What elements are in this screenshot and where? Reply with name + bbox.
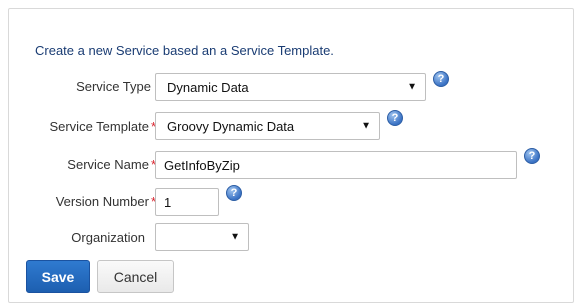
help-icon[interactable]: ?: [524, 148, 540, 164]
version-number-input[interactable]: 1: [155, 188, 219, 216]
service-name-label: Service Name *: [67, 157, 156, 172]
help-icon[interactable]: ?: [387, 110, 403, 126]
cancel-button[interactable]: Cancel: [97, 260, 174, 293]
chevron-down-icon: ▼: [230, 231, 240, 243]
service-name-value: GetInfoByZip: [164, 157, 240, 173]
version-number-value: 1: [164, 194, 172, 210]
version-number-label: Version Number *: [55, 194, 156, 209]
organization-select[interactable]: ▼: [155, 223, 249, 251]
help-icon[interactable]: ?: [226, 185, 242, 201]
service-template-label: Service Template *: [49, 119, 156, 134]
service-name-input[interactable]: GetInfoByZip: [155, 151, 517, 179]
organization-label: Organization: [71, 230, 145, 245]
save-button[interactable]: Save: [26, 260, 90, 293]
chevron-down-icon: ▼: [361, 120, 371, 132]
help-icon[interactable]: ?: [433, 71, 449, 87]
service-type-value: Dynamic Data: [167, 79, 249, 95]
service-type-label: Service Type: [76, 79, 151, 94]
service-type-select[interactable]: Dynamic Data ▼: [155, 73, 426, 101]
chevron-down-icon: ▼: [407, 81, 417, 93]
create-service-panel: Create a new Service based an a Service …: [8, 8, 574, 303]
intro-text: Create a new Service based an a Service …: [35, 43, 334, 58]
service-template-value: Groovy Dynamic Data: [167, 118, 295, 134]
service-template-select[interactable]: Groovy Dynamic Data ▼: [155, 112, 380, 140]
